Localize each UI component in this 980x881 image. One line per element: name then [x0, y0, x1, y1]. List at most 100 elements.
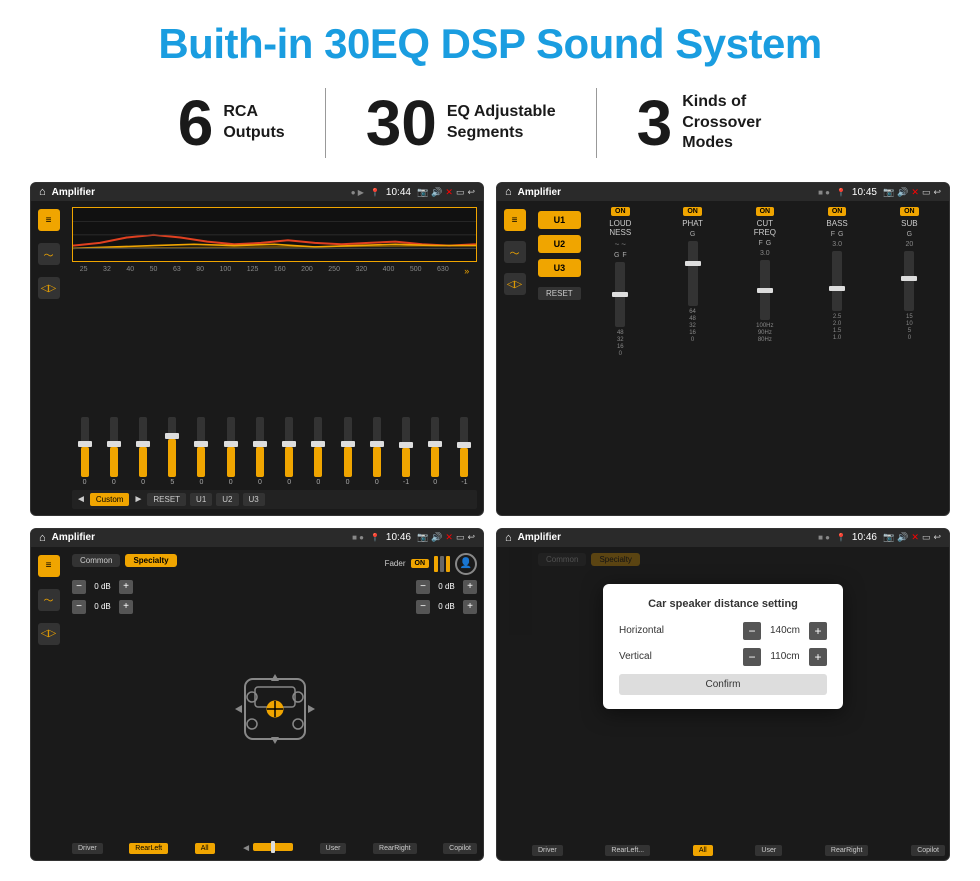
vertical-control: − 110cm + [743, 648, 827, 666]
home-icon-3[interactable]: ⌂ [39, 532, 46, 544]
fader-sidebar-icon-2[interactable]: 〜 [38, 589, 60, 611]
eq-slider-7[interactable]: 0 [247, 417, 272, 486]
eq-slider-12[interactable]: -1 [393, 417, 418, 486]
eq-slider-2[interactable]: 0 [101, 417, 126, 486]
db-minus-3[interactable]: − [416, 580, 430, 594]
channel-phat: ON PHAT G 644832160 [659, 207, 726, 509]
db-control-2: − 0 dB + [72, 600, 133, 614]
reset-cross[interactable]: RESET [538, 287, 581, 300]
db-plus-3[interactable]: + [463, 580, 477, 594]
fader-sidebar-icon-1[interactable]: ≡ [38, 555, 60, 577]
eq-slider-1[interactable]: 0 [72, 417, 97, 486]
bass-slider[interactable] [832, 251, 842, 311]
db-plus-2[interactable]: + [119, 600, 133, 614]
u1-btn-eq[interactable]: U1 [190, 493, 212, 506]
home-icon-4[interactable]: ⌂ [505, 532, 512, 544]
rearleft-btn[interactable]: RearLeft [129, 843, 168, 854]
db-minus-1[interactable]: − [72, 580, 86, 594]
cross-sidebar-icon-2[interactable]: 〜 [504, 241, 526, 263]
home-icon-2[interactable]: ⌂ [505, 186, 512, 198]
dist-user-btn[interactable]: User [755, 845, 782, 856]
fader-sidebar-icon-3[interactable]: ◁▷ [38, 623, 60, 645]
loudness-slider[interactable] [615, 262, 625, 327]
fader-on-badge[interactable]: ON [411, 559, 430, 568]
dist-copilot-btn[interactable]: Copilot [911, 845, 945, 856]
screens-grid: ⌂ Amplifier ● ▶ 📍 10:44 📷 🔊 ✕ ▭ ↩ ≡ 〜 ◁▷ [30, 182, 950, 861]
copilot-btn[interactable]: Copilot [443, 843, 477, 854]
eq-slider-13[interactable]: 0 [423, 417, 448, 486]
u2-preset[interactable]: U2 [538, 235, 581, 253]
fader-slider-bottom[interactable] [253, 843, 293, 851]
eq-slider-9[interactable]: 0 [306, 417, 331, 486]
cross-sidebar-icon-3[interactable]: ◁▷ [504, 273, 526, 295]
eq-sidebar-icon-1[interactable]: ≡ [38, 209, 60, 231]
u2-btn-eq[interactable]: U2 [216, 493, 238, 506]
fader-sidebar: ≡ 〜 ◁▷ [31, 547, 66, 861]
dist-driver-btn[interactable]: Driver [532, 845, 563, 856]
cross-sidebar-icon-1[interactable]: ≡ [504, 209, 526, 231]
eq-slider-8[interactable]: 0 [277, 417, 302, 486]
user-btn[interactable]: User [320, 843, 347, 854]
on-loudness[interactable]: ON [611, 207, 630, 216]
eq-slider-10[interactable]: 0 [335, 417, 360, 486]
eq-sliders-area: 0 0 0 5 [72, 279, 477, 486]
on-phat[interactable]: ON [683, 207, 702, 216]
eq-slider-4[interactable]: 5 [160, 417, 185, 486]
back-icon-3: ↩ [467, 532, 475, 543]
reset-btn-eq[interactable]: RESET [147, 493, 186, 506]
u3-btn-eq[interactable]: U3 [243, 493, 265, 506]
eq-slider-11[interactable]: 0 [364, 417, 389, 486]
home-icon-1[interactable]: ⌂ [39, 186, 46, 198]
stat-crossover-label: Kinds ofCrossover Modes [682, 92, 802, 154]
rec-dots-2: ■ ● [818, 188, 830, 197]
horizontal-row: Horizontal − 140cm + [619, 622, 827, 640]
on-cutfreq[interactable]: ON [756, 207, 775, 216]
eq-slider-5[interactable]: 0 [189, 417, 214, 486]
dist-rearleft-btn[interactable]: RearLeft... [605, 845, 650, 856]
eq-freq-labels: 2532 4050 6380 100125 160200 250320 4005… [72, 266, 477, 276]
u3-preset[interactable]: U3 [538, 259, 581, 277]
vertical-minus[interactable]: − [743, 648, 761, 666]
eq-sidebar-icon-2[interactable]: 〜 [38, 243, 60, 265]
eq-slider-6[interactable]: 0 [218, 417, 243, 486]
prev-icon[interactable]: ◄ [76, 494, 86, 505]
next-icon[interactable]: ► [133, 494, 143, 505]
horizontal-value: 140cm [765, 625, 805, 636]
time-4: 10:46 [852, 532, 877, 543]
eq-slider-14[interactable]: -1 [452, 417, 477, 486]
custom-btn[interactable]: Custom [90, 493, 130, 506]
eq-graph [72, 207, 477, 262]
status-bar-4: ⌂ Amplifier ■ ● 📍 10:46 📷 🔊 ✕ ▭ ↩ [497, 529, 949, 547]
on-bass[interactable]: ON [828, 207, 847, 216]
cutfreq-slider[interactable] [760, 260, 770, 320]
db-plus-4[interactable]: + [463, 600, 477, 614]
eq-sidebar-icon-3[interactable]: ◁▷ [38, 277, 60, 299]
on-sub[interactable]: ON [900, 207, 919, 216]
driver-btn[interactable]: Driver [72, 843, 103, 854]
phat-slider[interactable] [688, 241, 698, 306]
specialty-tab[interactable]: Specialty [125, 554, 176, 567]
all-btn[interactable]: All [195, 843, 215, 854]
u1-preset[interactable]: U1 [538, 211, 581, 229]
loudness-curves: ~ ~ [615, 240, 626, 249]
common-tab[interactable]: Common [72, 554, 120, 567]
dist-rearright-btn[interactable]: RearRight [825, 845, 869, 856]
stat-eq-label: EQ AdjustableSegments [447, 102, 556, 144]
time-1: 10:44 [386, 187, 411, 198]
cross-presets: U1 U2 U3 RESET [538, 207, 581, 509]
db-minus-2[interactable]: − [72, 600, 86, 614]
db-value-3: 0 dB [434, 582, 459, 591]
sub-slider[interactable] [904, 251, 914, 311]
horizontal-plus[interactable]: + [809, 622, 827, 640]
db-minus-4[interactable]: − [416, 600, 430, 614]
rearright-btn[interactable]: RearRight [373, 843, 417, 854]
loudness-label: LOUDNESS [609, 219, 631, 237]
confirm-button[interactable]: Confirm [619, 674, 827, 695]
vertical-plus[interactable]: + [809, 648, 827, 666]
horizontal-minus[interactable]: − [743, 622, 761, 640]
close-icon-1: ✕ [445, 187, 453, 198]
dist-all-btn[interactable]: All [693, 845, 713, 856]
db-plus-1[interactable]: + [119, 580, 133, 594]
profile-icon[interactable]: 👤 [455, 553, 477, 575]
eq-slider-3[interactable]: 0 [130, 417, 155, 486]
